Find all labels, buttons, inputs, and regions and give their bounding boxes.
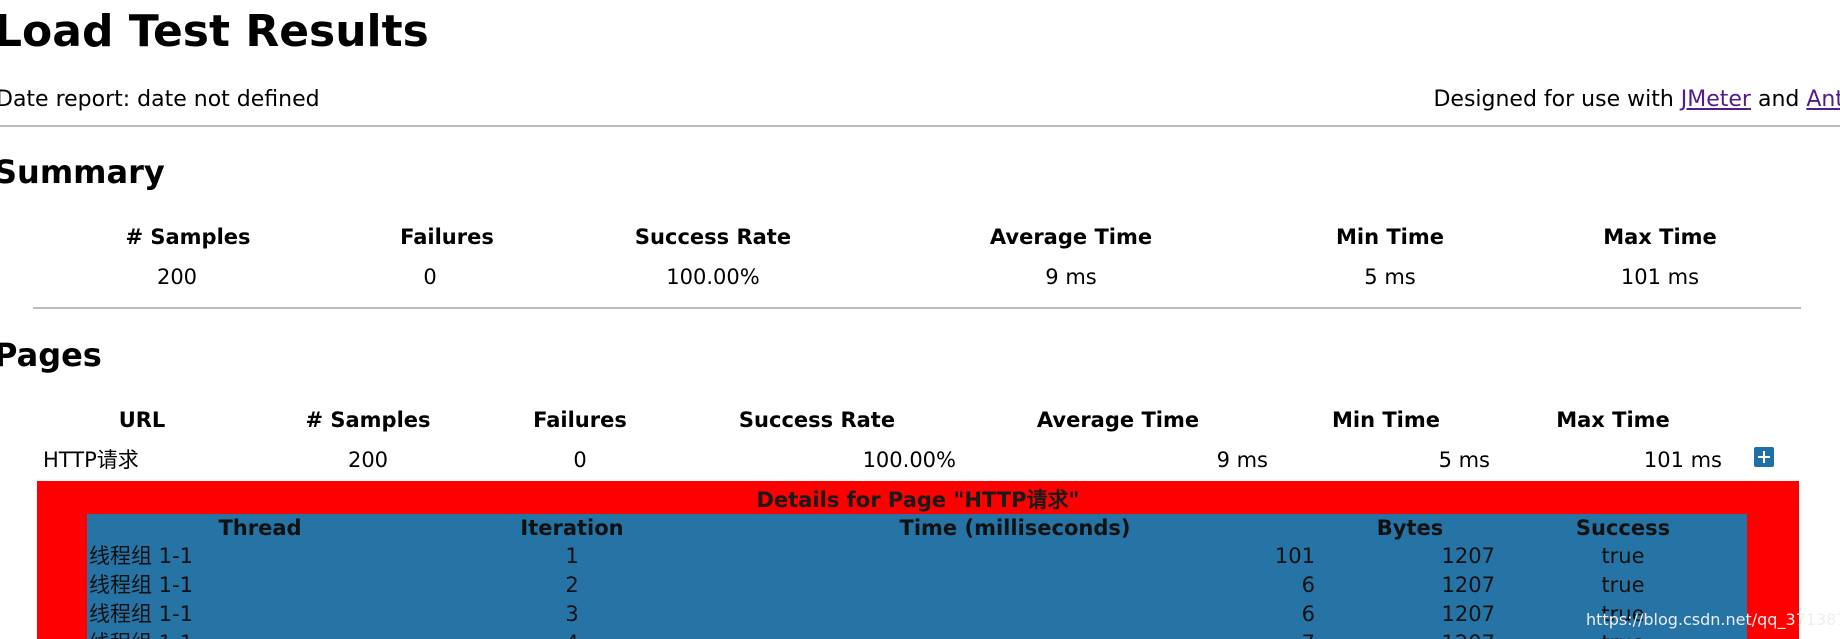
page-samples: 200 xyxy=(347,448,389,472)
bytes: 1207 xyxy=(1441,573,1495,597)
time-ms: 6 xyxy=(1301,602,1315,626)
summary-average-time: 9 ms xyxy=(1045,265,1097,289)
summary-header-row: # Samples Failures Success Rate Average … xyxy=(0,222,1840,252)
summary-divider xyxy=(33,307,1801,309)
pages-col-average-time: Average Time xyxy=(1036,408,1200,432)
iteration: 1 xyxy=(565,544,579,568)
thread-name: 线程组 1-1 xyxy=(89,544,193,568)
thread-name: 线程组 1-1 xyxy=(89,602,193,626)
summary-col-success-rate: Success Rate xyxy=(634,225,792,249)
page-title: Load Test Results xyxy=(0,6,429,57)
details-header-row: Thread Iteration Time (milliseconds) Byt… xyxy=(87,514,1747,542)
table-row: 线程组 1-1 3 6 1207 true xyxy=(87,600,1747,628)
header-divider xyxy=(0,125,1840,127)
page-max-time: 101 ms xyxy=(1643,448,1722,472)
iteration: 2 xyxy=(565,573,579,597)
pages-heading: Pages xyxy=(0,336,102,374)
table-row: 线程组 1-1 4 7 1207 true xyxy=(87,629,1747,639)
plus-square-icon[interactable] xyxy=(1754,447,1774,467)
details-col-bytes: Bytes xyxy=(1376,516,1444,540)
jmeter-link[interactable]: JMeter xyxy=(1681,87,1751,112)
bytes: 1207 xyxy=(1441,544,1495,568)
page-success-rate: 100.00% xyxy=(862,448,956,472)
details-col-iteration: Iteration xyxy=(520,516,624,540)
details-title: Details for Page "HTTP请求" xyxy=(756,488,1080,512)
pages-col-samples: # Samples xyxy=(305,408,431,432)
summary-min-time: 5 ms xyxy=(1364,265,1416,289)
details-col-success: Success xyxy=(1575,516,1671,540)
details-col-time: Time (milliseconds) xyxy=(899,516,1131,540)
thread-name: 线程组 1-1 xyxy=(89,573,193,597)
summary-col-failures: Failures xyxy=(400,225,494,249)
summary-col-samples: # Samples xyxy=(125,225,251,249)
pages-header-row: URL # Samples Failures Success Rate Aver… xyxy=(0,405,1840,435)
report-page: Load Test Results Date report: date not … xyxy=(0,0,1840,639)
designed-for: Designed for use with JMeter and Ant xyxy=(1433,86,1840,114)
page-min-time: 5 ms xyxy=(1438,448,1490,472)
summary-samples: 200 xyxy=(156,265,198,289)
and-text: and xyxy=(1750,87,1807,112)
success: true xyxy=(1601,573,1645,597)
summary-failures: 0 xyxy=(423,265,437,289)
bytes: 1207 xyxy=(1442,629,1495,639)
bytes: 1207 xyxy=(1441,602,1495,626)
summary-col-average-time: Average Time xyxy=(989,225,1153,249)
pages-col-min-time: Min Time xyxy=(1331,408,1440,432)
page-average-time: 9 ms xyxy=(1216,448,1268,472)
page-failures: 0 xyxy=(573,448,587,472)
pages-col-failures: Failures xyxy=(533,408,627,432)
table-row: HTTP请求 200 0 100.00% 9 ms 5 ms 101 ms xyxy=(0,445,1840,475)
table-row: 线程组 1-1 2 6 1207 true xyxy=(87,571,1747,599)
summary-col-max-time: Max Time xyxy=(1603,225,1717,249)
summary-success-rate: 100.00% xyxy=(666,265,760,289)
designed-prefix: Designed for use with xyxy=(1433,87,1681,112)
summary-max-time: 101 ms xyxy=(1620,265,1700,289)
ant-link[interactable]: Ant xyxy=(1806,87,1840,112)
details-col-thread: Thread xyxy=(218,516,302,540)
page-url: HTTP请求 xyxy=(43,448,139,472)
time-ms: 6 xyxy=(1301,573,1315,597)
details-table: Thread Iteration Time (milliseconds) Byt… xyxy=(87,514,1747,639)
pages-col-url: URL xyxy=(118,408,166,432)
thread-name: 线程组 1-1 xyxy=(89,629,193,639)
summary-col-min-time: Min Time xyxy=(1335,225,1444,249)
success: true xyxy=(1503,629,1743,639)
iteration: 4 xyxy=(452,629,692,639)
table-row: 线程组 1-1 1 101 1207 true xyxy=(87,542,1747,570)
iteration: 3 xyxy=(565,602,579,626)
time-ms: 7 xyxy=(1302,629,1315,639)
pages-col-max-time: Max Time xyxy=(1556,408,1670,432)
watermark: https://blog.csdn.net/qq_37138756 xyxy=(1586,610,1840,629)
page-details-panel: Details for Page "HTTP请求" Thread Iterati… xyxy=(37,481,1799,639)
time-ms: 101 xyxy=(1274,544,1315,568)
success: true xyxy=(1601,544,1645,568)
pages-col-success-rate: Success Rate xyxy=(738,408,896,432)
summary-value-row: 200 0 100.00% 9 ms 5 ms 101 ms xyxy=(0,262,1840,292)
summary-heading: Summary xyxy=(0,153,165,191)
date-report: Date report: date not defined xyxy=(0,87,320,112)
